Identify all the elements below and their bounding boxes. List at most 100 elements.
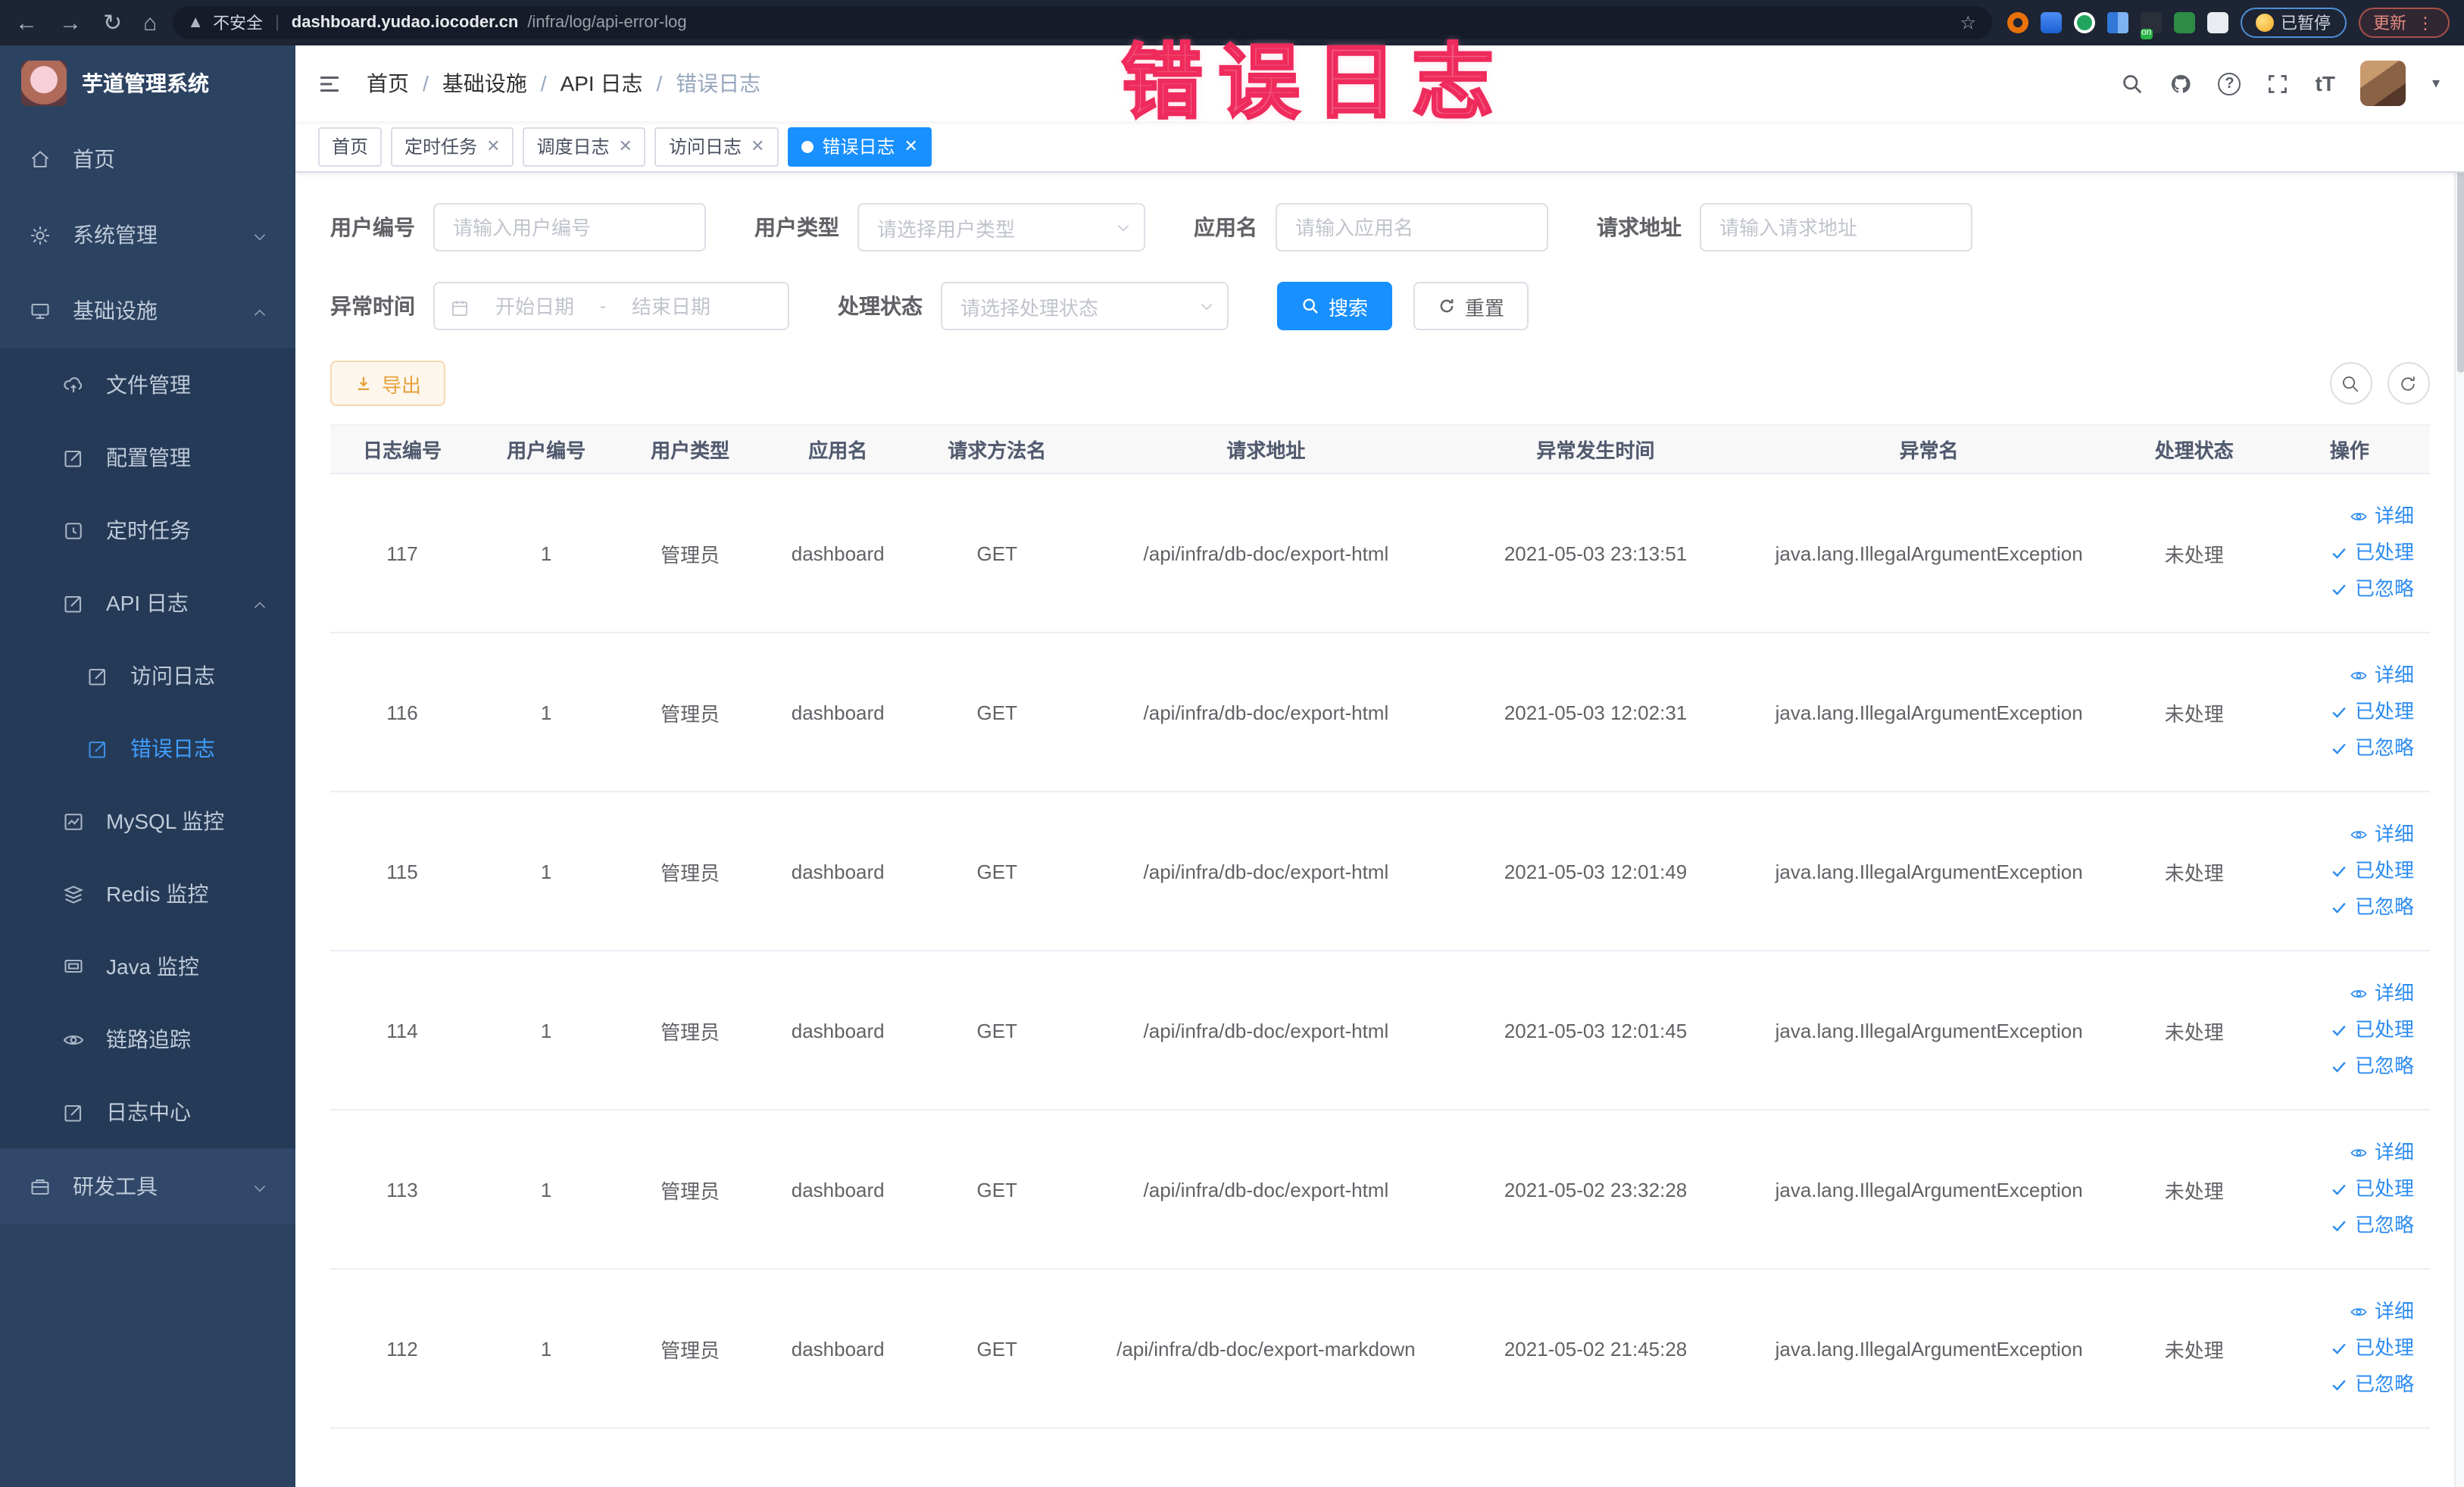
detail-link[interactable]: 详细 xyxy=(2276,1294,2414,1330)
reload-icon[interactable]: ↻ xyxy=(103,9,122,36)
cell-time: 2021-05-03 23:13:51 xyxy=(1451,473,1740,633)
cell-exception: java.lang.IllegalArgumentException xyxy=(1739,633,2119,792)
extension-puzzle-icon[interactable] xyxy=(2206,12,2228,33)
mark-processed-link[interactable]: 已处理 xyxy=(2276,1012,2414,1048)
sidebar-item-file-mgmt[interactable]: 文件管理 xyxy=(0,348,295,421)
sidebar-toggle-icon[interactable] xyxy=(317,70,342,96)
breadcrumb-item[interactable]: API 日志 xyxy=(561,68,643,98)
mark-ignored-link[interactable]: 已忽略 xyxy=(2276,889,2414,926)
toggle-search-button[interactable] xyxy=(2329,362,2372,405)
help-icon[interactable]: ? xyxy=(2218,72,2241,95)
app-name-input[interactable] xyxy=(1277,205,1547,250)
extension-switch-icon[interactable]: on xyxy=(2140,12,2161,39)
schedule-icon xyxy=(61,517,85,543)
fullscreen-icon[interactable] xyxy=(2267,72,2290,95)
status-select[interactable]: 请选择处理状态 xyxy=(941,282,1229,330)
breadcrumb-item[interactable]: 首页 xyxy=(367,68,409,98)
forward-icon[interactable]: → xyxy=(59,10,82,36)
tab-access-log[interactable]: 访问日志 ✕ xyxy=(654,127,779,166)
page-scrollbar[interactable] xyxy=(2453,45,2464,1487)
user-type-select[interactable]: 请选择用户类型 xyxy=(857,203,1145,251)
detail-link[interactable]: 详细 xyxy=(2276,658,2414,694)
search-icon[interactable] xyxy=(2122,72,2144,95)
breadcrumb-item[interactable]: 基础设施 xyxy=(442,68,527,98)
extension-green-icon[interactable] xyxy=(2073,12,2094,33)
sidebar-item-api-log[interactable]: API 日志 xyxy=(0,567,295,639)
action-label: 已忽略 xyxy=(2354,1214,2414,1236)
avatar-caret-icon[interactable]: ▾ xyxy=(2432,75,2440,92)
extension-grid-icon[interactable] xyxy=(2106,12,2128,33)
sidebar-item-system[interactable]: 系统管理 xyxy=(0,197,295,273)
github-icon[interactable] xyxy=(2170,72,2193,95)
reset-button[interactable]: 重置 xyxy=(1413,282,1529,330)
font-size-icon[interactable]: tT xyxy=(2316,71,2335,95)
sidebar-item-log-center[interactable]: 日志中心 xyxy=(0,1076,295,1148)
browser-menu-icon[interactable]: ⋮ xyxy=(2417,13,2434,33)
sidebar-item-access-log[interactable]: 访问日志 xyxy=(0,639,295,712)
mark-ignored-link[interactable]: 已忽略 xyxy=(2276,571,2414,608)
sidebar-item-redis-monitor[interactable]: Redis 监控 xyxy=(0,858,295,930)
sidebar-item-error-log[interactable]: 错误日志 xyxy=(0,712,295,785)
sidebar-item-devtools[interactable]: 研发工具 xyxy=(0,1148,295,1224)
extension-shield-icon[interactable] xyxy=(2040,12,2061,33)
home-icon[interactable]: ⌂ xyxy=(143,10,157,36)
sidebar-item-config-mgmt[interactable]: 配置管理 xyxy=(0,421,295,494)
mark-ignored-link[interactable]: 已忽略 xyxy=(2276,730,2414,767)
close-icon[interactable]: ✕ xyxy=(904,136,917,156)
detail-link[interactable]: 详细 xyxy=(2276,498,2414,535)
tab-error-log[interactable]: 错误日志 ✕ xyxy=(787,127,932,166)
address-bar[interactable]: ▲ 不安全 | dashboard.yudao.iocoder.cn/infra… xyxy=(172,6,1991,39)
search-button[interactable]: 搜索 xyxy=(1277,282,1393,330)
sidebar-logo-row[interactable]: 芋道管理系统 xyxy=(0,45,295,121)
sidebar-item-label: 链路追踪 xyxy=(106,1027,191,1051)
cell-status: 未处理 xyxy=(2118,792,2270,951)
mark-processed-link[interactable]: 已处理 xyxy=(2276,853,2414,889)
mark-ignored-link[interactable]: 已忽略 xyxy=(2276,1048,2414,1085)
refresh-button[interactable] xyxy=(2387,362,2429,405)
mark-processed-link[interactable]: 已处理 xyxy=(2276,1330,2414,1367)
detail-link[interactable]: 详细 xyxy=(2276,1135,2414,1171)
select-placeholder: 请选择用户类型 xyxy=(877,217,1016,240)
close-icon[interactable]: ✕ xyxy=(619,136,632,156)
close-icon[interactable]: ✕ xyxy=(751,136,764,156)
date-range-picker[interactable]: - xyxy=(433,282,789,330)
request-url-input[interactable] xyxy=(1701,205,1971,250)
extension-adblock-icon[interactable] xyxy=(2006,12,2028,33)
sidebar-item-java-monitor[interactable]: Java 监控 xyxy=(0,930,295,1003)
mark-ignored-link[interactable]: 已忽略 xyxy=(2276,1367,2414,1403)
paused-profile-chip[interactable]: 已暂停 xyxy=(2240,8,2346,38)
breadcrumb-separator: / xyxy=(656,71,663,95)
tab-schedule-log[interactable]: 调度日志 ✕ xyxy=(523,127,646,166)
extension-leaf-icon[interactable] xyxy=(2173,12,2194,33)
close-icon[interactable]: ✕ xyxy=(486,136,500,156)
mark-processed-link[interactable]: 已处理 xyxy=(2276,1171,2414,1207)
breadcrumb-separator: / xyxy=(423,71,429,95)
mark-processed-link[interactable]: 已处理 xyxy=(2276,694,2414,730)
tab-home[interactable]: 首页 xyxy=(318,127,383,166)
sidebar-item-cron-job[interactable]: 定时任务 xyxy=(0,494,295,567)
security-label[interactable]: 不安全 xyxy=(213,11,263,35)
start-date-input[interactable] xyxy=(479,295,591,317)
mark-processed-link[interactable]: 已处理 xyxy=(2276,535,2414,571)
cloud-upload-icon xyxy=(61,372,85,398)
sidebar-item-infra[interactable]: 基础设施 xyxy=(0,273,295,348)
end-date-input[interactable] xyxy=(615,295,727,317)
detail-link[interactable]: 详细 xyxy=(2276,817,2414,853)
sidebar-item-home[interactable]: 首页 xyxy=(0,121,295,197)
back-icon[interactable]: ← xyxy=(15,10,38,36)
cell-url: /api/infra/db-doc/export-html xyxy=(1080,792,1452,951)
check-icon xyxy=(2331,580,2349,598)
avatar[interactable] xyxy=(2360,61,2406,106)
bookmark-star-icon[interactable]: ☆ xyxy=(1960,12,1976,33)
export-button[interactable]: 导出 xyxy=(330,361,446,406)
cell-status: 未处理 xyxy=(2118,633,2270,792)
sidebar-item-mysql-monitor[interactable]: MySQL 监控 xyxy=(0,785,295,858)
gear-icon xyxy=(27,222,52,248)
tab-label: 调度日志 xyxy=(536,136,610,158)
mark-ignored-link[interactable]: 已忽略 xyxy=(2276,1207,2414,1244)
tab-cron-job[interactable]: 定时任务 ✕ xyxy=(391,127,514,166)
update-chip[interactable]: 更新 ⋮ xyxy=(2358,8,2449,38)
user-id-input[interactable] xyxy=(435,205,704,250)
sidebar-item-trace[interactable]: 链路追踪 xyxy=(0,1003,295,1076)
detail-link[interactable]: 详细 xyxy=(2276,976,2414,1012)
